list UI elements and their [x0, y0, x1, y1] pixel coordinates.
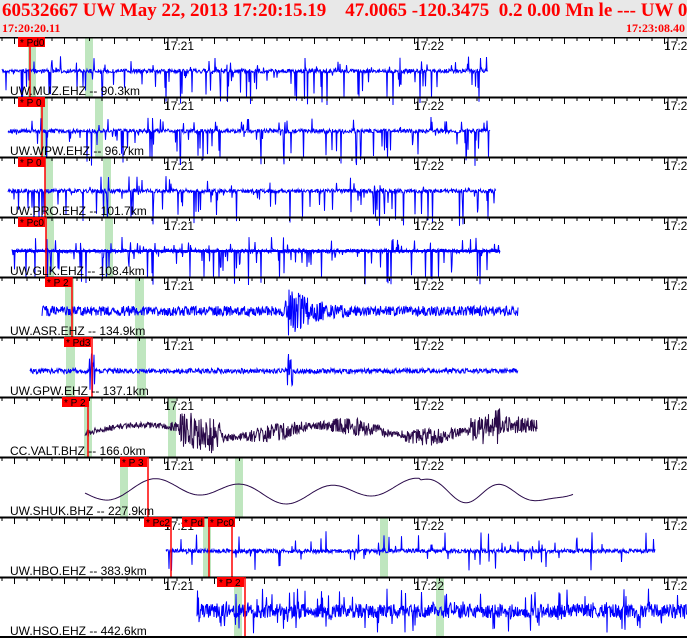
start-time: 17:20:20.11 [2, 21, 61, 35]
pick-label: * P 0 [20, 98, 42, 109]
event-title: 60532667 UW May 22, 2013 17:20:15.19 47.… [2, 0, 687, 21]
time-tick-label: 17:22 [414, 399, 444, 413]
pick-label: * Pc0 [20, 218, 44, 229]
time-tick-label: 17:22 [414, 279, 444, 293]
trace-panel[interactable]: 17:21 17:22 17:23 * P 0 UW.PRO.EHZ -- 101.7k… [0, 156, 687, 226]
pick-label: * P 3 [122, 458, 144, 469]
time-tick-label: 17:21 [164, 99, 194, 113]
time-tick-label: 17:21 [164, 159, 194, 173]
pick-label: * Pc0 [210, 518, 234, 529]
time-tick-label: 17:22 [414, 339, 444, 353]
pick-label: * P 2 [64, 398, 86, 409]
end-time: 17:23:08.40 [626, 21, 685, 35]
time-tick-label: 17:21 [164, 399, 194, 413]
pick-label: * Pc2 [146, 518, 170, 529]
pick-label: * Pd3 [66, 338, 91, 349]
time-tick-label: 17:21 [164, 339, 194, 353]
trace-panel[interactable]: 17:21 17:22 17:23 * P 2 CC.VALT.BHZ -- 166.0… [0, 396, 687, 458]
station-label: UW.HBO.EHZ -- 383.9km [10, 564, 147, 578]
station-label: UW.HSO.EHZ -- 442.6km [10, 624, 147, 638]
time-tick-label: 17:23 [664, 459, 687, 473]
header: 60532667 UW May 22, 2013 17:20:15.19 47.… [0, 0, 687, 37]
time-tick-label: 17:21 [164, 39, 194, 53]
trace-panel[interactable]: 17:21 17:22 17:23 * P 3 UW.SHUK.BHZ -- 227.9… [0, 456, 687, 518]
station-label: UW.SHUK.BHZ -- 227.9km [10, 504, 154, 518]
time-tick-label: 17:23 [664, 279, 687, 293]
pick-window [235, 457, 243, 517]
time-tick-label: 17:23 [664, 39, 687, 53]
time-tick-label: 17:23 [664, 159, 687, 173]
time-tick-label: 17:22 [414, 519, 444, 533]
trace-panels[interactable]: 17:21 17:22 17:23 * Pd0 UW.MUZ.EHZ -- 90.3km… [0, 37, 687, 638]
time-tick-label: 17:22 [414, 579, 444, 593]
waveform [84, 408, 538, 454]
trace-panel[interactable]: 17:21 17:22 17:23 * Pc0 UW.GLK.EHZ -- 108.4k… [0, 216, 687, 286]
pick-label: * P 0 [20, 158, 42, 169]
pick-label: * P 2 [219, 578, 241, 589]
waveform [165, 531, 656, 571]
trace-panel[interactable]: 17:2117:2217:23* Pc2* Pd* Pc0UW.HBO.EHZ … [0, 516, 687, 578]
time-tick-label: 17:23 [664, 99, 687, 113]
time-tick-label: 17:21 [164, 579, 194, 593]
time-tick-label: 17:22 [414, 99, 444, 113]
time-tick-label: 17:21 [164, 279, 194, 293]
station-label: CC.VALT.BHZ -- 166.0km [10, 444, 146, 458]
station-label: UW.ASR.EHZ -- 134.9km [10, 324, 145, 338]
trace-panel[interactable]: 17:21 17:22 17:23 * P 2 UW.HSO.EHZ -- 442.6k… [0, 576, 687, 638]
trace-panel[interactable]: 17:21 17:22 17:23 * P 2 UW.ASR.EHZ -- 134.9k… [0, 276, 687, 338]
station-label: UW.WPW.EHZ -- 96.7km [10, 144, 144, 158]
station-label: UW.PRO.EHZ -- 101.7km [10, 204, 147, 218]
waveform [84, 477, 574, 505]
time-tick-label: 17:23 [664, 579, 687, 593]
seismogram-viewer: 60532667 UW May 22, 2013 17:20:15.19 47.… [0, 0, 687, 638]
time-tick-label: 17:23 [664, 399, 687, 413]
time-tick-label: 17:22 [414, 219, 444, 233]
time-tick-label: 17:23 [664, 339, 687, 353]
trace-panel[interactable]: 17:2117:2217:23* P 0UW.WPW.EHZ -- 96.7km [0, 96, 687, 166]
time-tick-label: 17:22 [414, 159, 444, 173]
pick-label: * Pd0 [20, 38, 45, 49]
time-tick-label: 17:22 [414, 459, 444, 473]
time-tick-label: 17:21 [164, 219, 194, 233]
time-tick-label: 17:23 [664, 219, 687, 233]
pick-label: * Pd [184, 518, 203, 529]
time-tick-label: 17:23 [664, 519, 687, 533]
station-label: UW.GPW.EHZ -- 137.1km [10, 384, 149, 398]
trace-panel[interactable]: 17:21 17:22 17:23 * Pd3 UW.GPW.EHZ -- 137.1k… [0, 336, 687, 398]
pick-label: * P 2 [47, 278, 69, 289]
station-label: UW.GLK.EHZ -- 108.4km [10, 264, 145, 278]
station-label: UW.MUZ.EHZ -- 90.3km [10, 84, 140, 98]
trace-panel[interactable]: 17:21 17:22 17:23 * Pd0 UW.MUZ.EHZ -- 90.3km [0, 37, 687, 106]
time-tick-label: 17:22 [414, 39, 444, 53]
time-tick-label: 17:21 [164, 459, 194, 473]
